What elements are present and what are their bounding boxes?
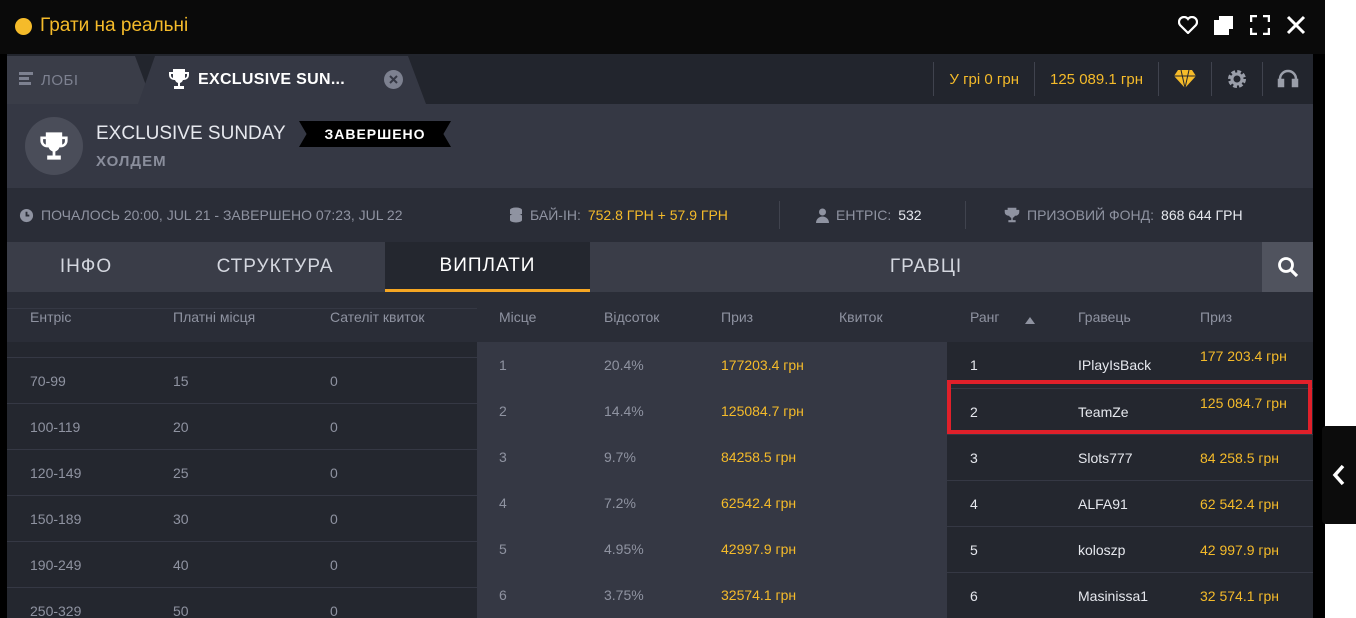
column-header: Приз xyxy=(1200,309,1233,325)
search-icon xyxy=(1277,257,1298,278)
tab-players[interactable]: ГРАВЦІ xyxy=(590,242,1262,292)
window-title: Грати на реальні xyxy=(40,15,189,36)
prize-pool-label: ПРИЗОВИЙ ФОНД: xyxy=(1027,207,1155,223)
payout-structure-table: 70-99 15 0 100-119 20 0 120-149 25 0 150… xyxy=(7,308,477,618)
table-row[interactable]: 3 Slots777 84 258.5 грн xyxy=(947,434,1313,480)
trophy-icon xyxy=(1004,207,1020,223)
clock-icon xyxy=(19,208,34,222)
background-strip xyxy=(1325,0,1356,618)
tab-info[interactable]: ІНФО xyxy=(7,242,165,292)
column-header: Квиток xyxy=(839,309,883,325)
tab-structure[interactable]: СТРУКТУРА xyxy=(165,242,385,292)
buyin-value: 752.8 ГРН + 57.9 ГРН xyxy=(587,207,728,223)
trophy-icon xyxy=(40,132,68,160)
payout-table-header: Місце Відсоток Приз Квиток xyxy=(477,292,947,342)
close-tab-icon[interactable] xyxy=(384,70,403,89)
lobby-icon xyxy=(19,72,33,91)
table-row: 5 4.95% 42997.9 грн xyxy=(499,541,797,557)
collapse-panel-button[interactable] xyxy=(1322,426,1356,524)
column-header: Гравець xyxy=(1078,309,1131,325)
table-row: 100-119 20 0 xyxy=(7,403,477,449)
payout-table: 1 20.4% 177203.4 грн 2 14.4% 125084.7 гр… xyxy=(477,342,947,618)
time-info: ПОЧАЛОСЬ 20:00, JUL 21 - ЗАВЕРШЕНО 07:23… xyxy=(19,201,509,229)
trophy-icon xyxy=(168,68,190,95)
tournament-info-row: ПОЧАЛОСЬ 20:00, JUL 21 - ЗАВЕРШЕНО 07:23… xyxy=(7,188,1313,242)
tab-tournament[interactable]: EXCLUSIVE SUN... xyxy=(138,56,426,104)
column-header-rank[interactable]: Ранг xyxy=(970,309,1000,325)
diamond-icon[interactable] xyxy=(1158,62,1211,96)
time-text: ПОЧАЛОСЬ 20:00, JUL 21 - ЗАВЕРШЕНО 07:23… xyxy=(41,207,403,223)
entries-label: ЕНТРІС: xyxy=(836,207,892,223)
highlight-box xyxy=(947,380,1312,434)
table-row[interactable]: 5 koloszp 42 997.9 грн xyxy=(947,526,1313,572)
title-bar: Грати на реальні xyxy=(0,0,1325,54)
app-frame: ЛОБІ EXCLUSIVE SUN... У грі 0 грн 125 08… xyxy=(7,54,1313,618)
table-row: 70-99 15 0 xyxy=(7,357,477,403)
top-stats: У грі 0 грн 125 089.1 грн xyxy=(933,54,1313,104)
tab-bar: ЛОБІ EXCLUSIVE SUN... У грі 0 грн 125 08… xyxy=(7,54,1313,104)
restore-icon[interactable] xyxy=(1213,14,1235,36)
players-table-header: Ранг Гравець Приз xyxy=(947,292,1313,342)
buyin-info: БАЙ-ІН: 752.8 ГРН + 57.9 ГРН xyxy=(509,201,779,229)
tournament-avatar xyxy=(25,117,83,175)
buyin-label: БАЙ-ІН: xyxy=(530,207,581,223)
fullscreen-icon[interactable] xyxy=(1249,14,1271,36)
status-dot xyxy=(15,18,32,35)
user-icon xyxy=(816,208,829,223)
table-row: 190-249 40 0 xyxy=(7,541,477,587)
table-row: 6 3.75% 32574.1 грн xyxy=(499,587,797,603)
gear-icon[interactable] xyxy=(1211,62,1262,96)
table-row: 250-329 50 0 xyxy=(7,587,477,618)
entries-info: ЕНТРІС: 532 xyxy=(780,201,965,229)
close-icon[interactable] xyxy=(1285,14,1307,36)
table-row: 4 7.2% 62542.4 грн xyxy=(499,495,797,511)
table-row: 150-189 30 0 xyxy=(7,495,477,541)
table-row[interactable]: 6 Masinissa1 32 574.1 грн xyxy=(947,572,1313,618)
tournament-name: EXCLUSIVE SUNDAY xyxy=(96,123,286,144)
table-row xyxy=(7,308,477,354)
tournament-header: EXCLUSIVE SUNDAY ХОЛДЕМ ЗАВЕРШЕНО xyxy=(7,104,1313,188)
in-game-amount: У грі 0 грн xyxy=(933,62,1034,96)
column-header: Місце xyxy=(499,309,537,325)
heart-icon[interactable] xyxy=(1177,14,1199,36)
search-button[interactable] xyxy=(1262,242,1313,292)
table-row: 3 9.7% 84258.5 грн xyxy=(499,449,797,465)
headset-icon[interactable] xyxy=(1262,62,1313,96)
section-tabs: ІНФО СТРУКТУРА ВИПЛАТИ ГРАВЦІ xyxy=(7,242,1313,292)
tournament-type: ХОЛДЕМ xyxy=(96,153,167,170)
status-badge: ЗАВЕРШЕНО xyxy=(299,121,451,147)
tab-tournament-label: EXCLUSIVE SUN... xyxy=(198,71,346,88)
column-header: Відсоток xyxy=(604,309,660,325)
table-row: 1 20.4% 177203.4 грн xyxy=(499,357,804,373)
prize-pool-value: 868 644 ГРН xyxy=(1161,207,1243,223)
sort-asc-icon[interactable] xyxy=(1025,311,1035,327)
entries-value: 532 xyxy=(898,207,922,223)
table-row: 120-149 25 0 xyxy=(7,449,477,495)
tab-payouts[interactable]: ВИПЛАТИ xyxy=(385,242,590,292)
tab-lobby-label: ЛОБІ xyxy=(41,72,79,89)
window-controls xyxy=(1177,14,1307,36)
chips-icon xyxy=(510,207,522,223)
column-header: Приз xyxy=(721,309,754,325)
prize-pool-info: ПРИЗОВИЙ ФОНД: 868 644 ГРН xyxy=(966,201,1243,229)
table-row: 2 14.4% 125084.7 грн xyxy=(499,403,804,419)
tab-lobby[interactable]: ЛОБІ xyxy=(7,56,153,104)
chevron-left-icon xyxy=(1332,464,1345,486)
balance-amount[interactable]: 125 089.1 грн xyxy=(1034,62,1158,96)
table-row[interactable]: 4 ALFA91 62 542.4 грн xyxy=(947,480,1313,526)
